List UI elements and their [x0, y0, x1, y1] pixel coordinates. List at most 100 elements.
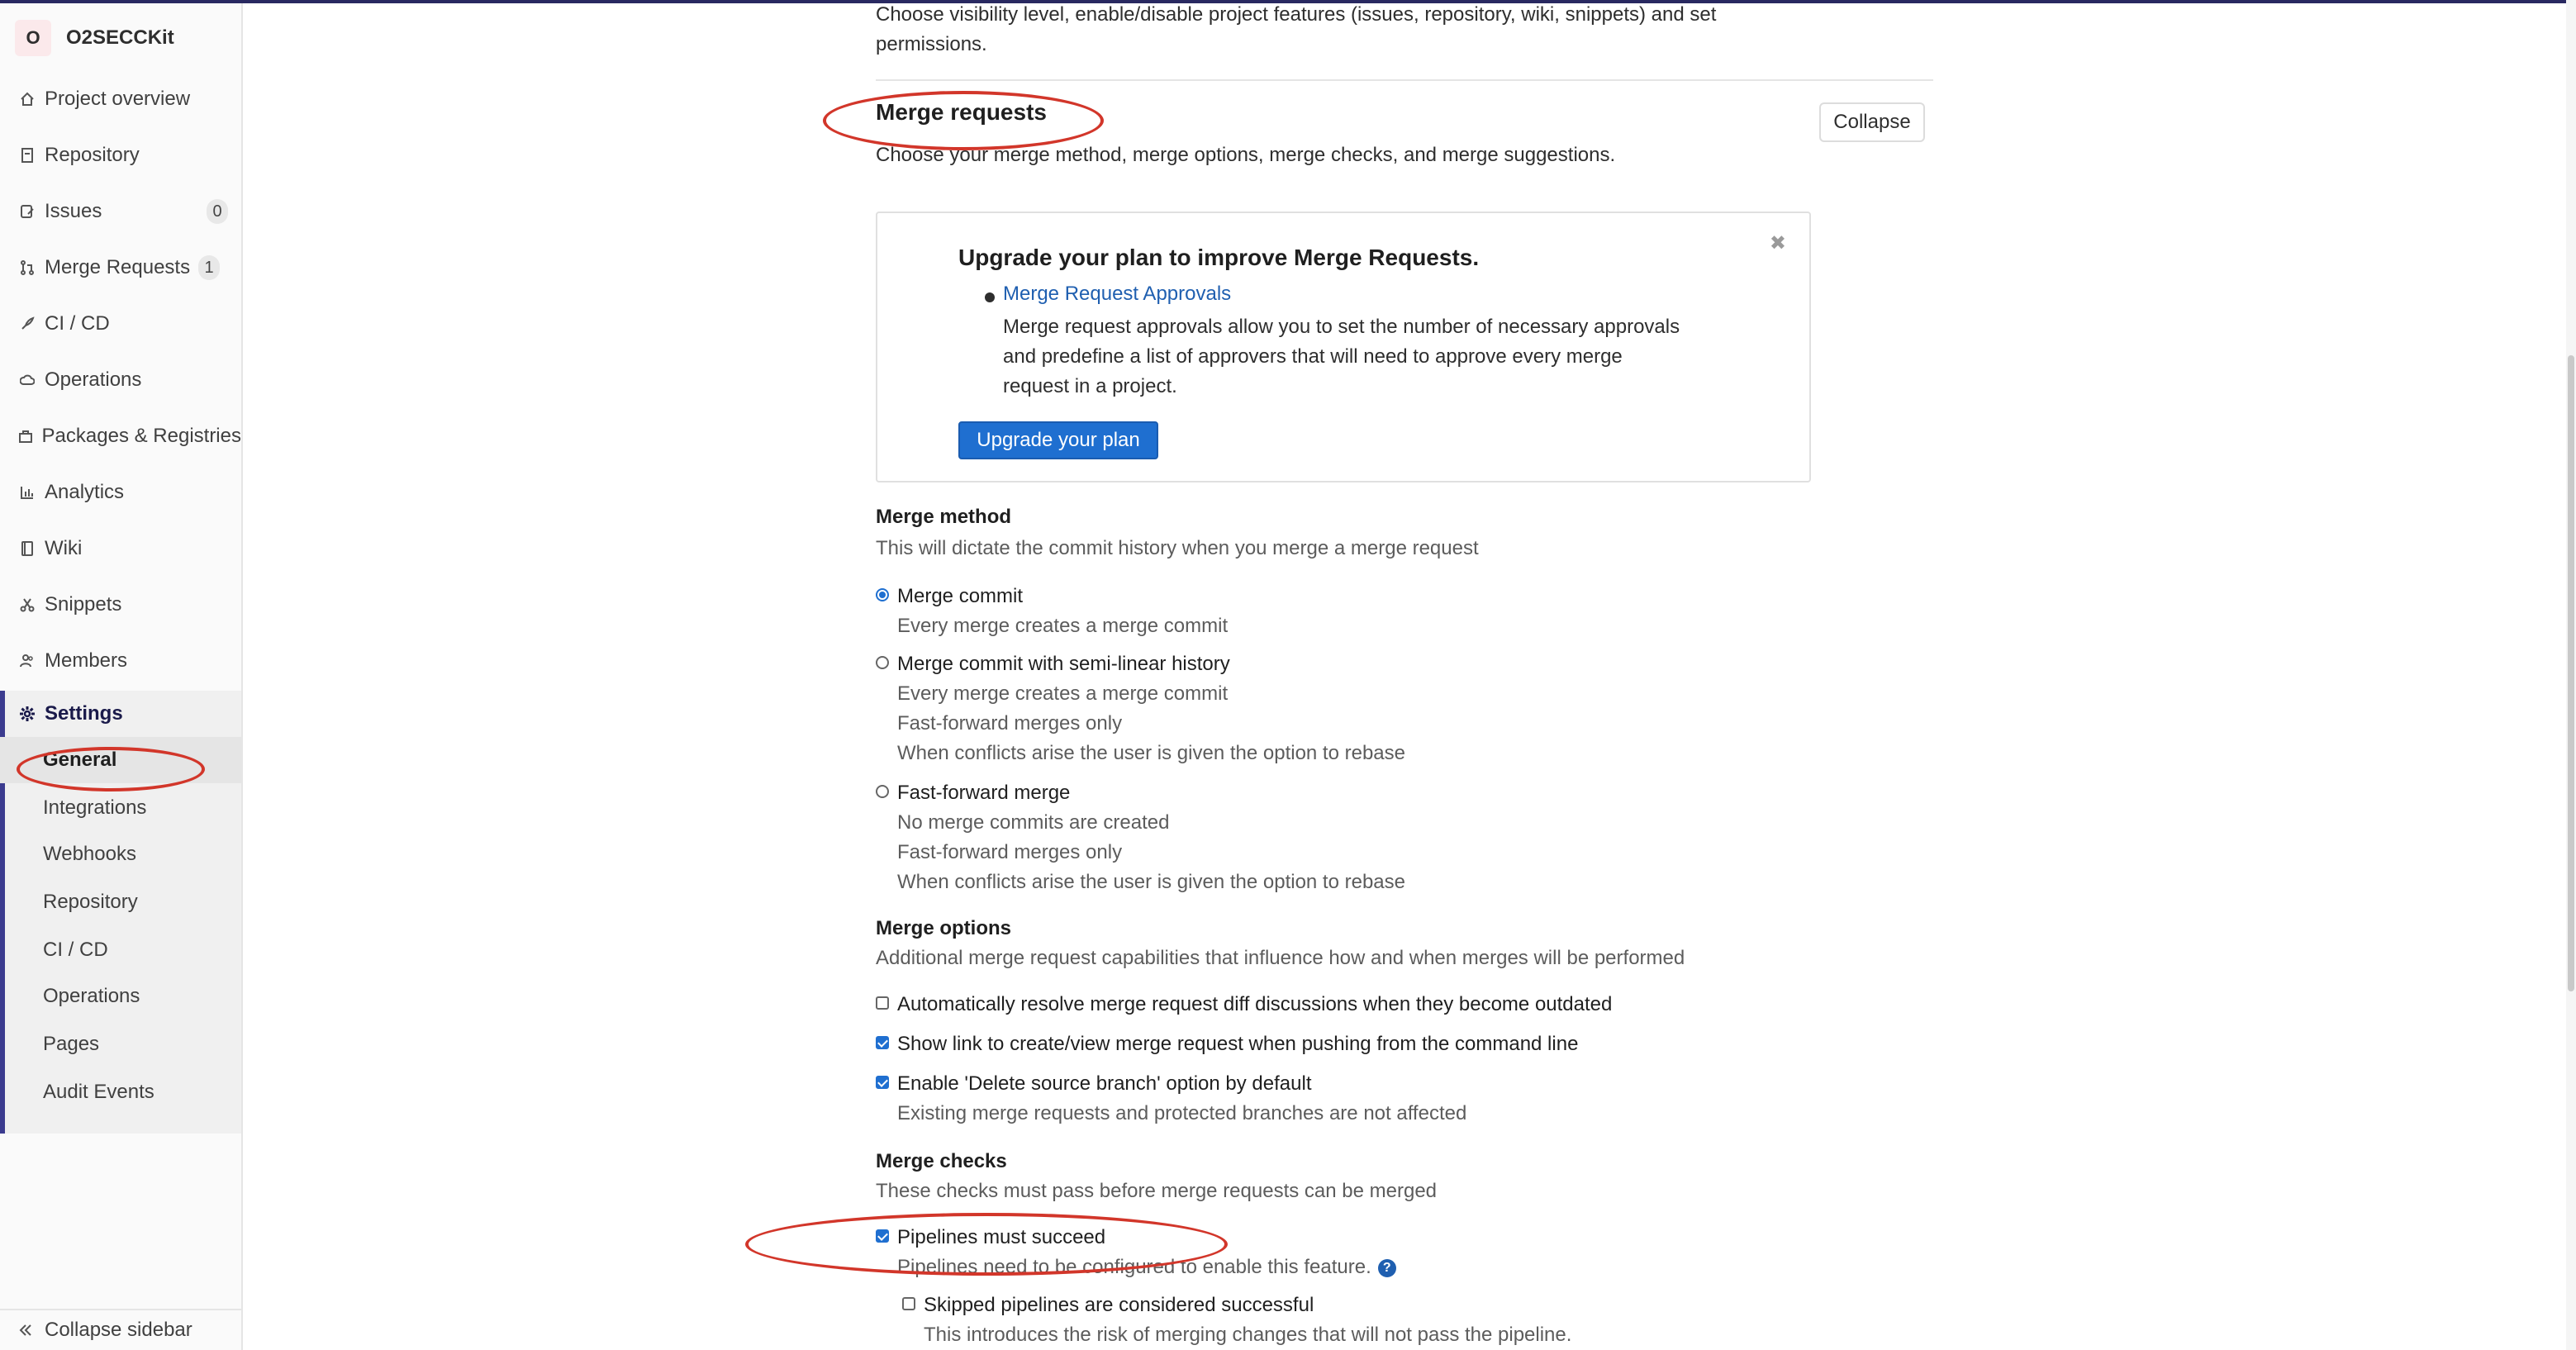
sidebar-subitem-audit-events[interactable]: Audit Events — [0, 1069, 241, 1115]
semi-linear-help-1: Every merge creates a merge commit — [897, 682, 1229, 705]
sidebar-item-label: Issues — [45, 200, 102, 222]
sidebar-item-label: Members — [45, 649, 128, 672]
merge-commit-label[interactable]: Merge commit — [897, 582, 1023, 611]
collapse-section-button[interactable]: Collapse — [1819, 102, 1925, 142]
merge-options-heading: Merge options — [876, 917, 1012, 939]
fast-forward-radio[interactable] — [876, 785, 889, 798]
package-icon — [18, 427, 34, 445]
sidebar-item-label: Analytics — [45, 481, 125, 503]
fast-forward-label[interactable]: Fast-forward merge — [897, 778, 1070, 808]
sidebar-item-settings[interactable]: Settings — [0, 691, 241, 737]
merge-request-approvals-link[interactable]: Merge Request Approvals — [1003, 283, 1231, 306]
merge-checks-heading: Merge checks — [876, 1150, 1007, 1172]
skipped-pipelines-help: This introduces the risk of merging chan… — [924, 1324, 1572, 1346]
cloud-icon — [18, 371, 36, 389]
sidebar-subitem-webhooks[interactable]: Webhooks — [0, 831, 241, 877]
sidebar-item-project-overview[interactable]: Project overview — [0, 76, 241, 122]
upgrade-description-line1: Merge request approvals allow you to set… — [1003, 316, 1680, 338]
sidebar-item-repository[interactable]: Repository — [0, 132, 241, 178]
merge-requests-count-badge: 1 — [198, 255, 221, 280]
auto-resolve-checkbox[interactable] — [876, 996, 889, 1010]
fast-forward-help-2: Fast-forward merges only — [897, 841, 1123, 863]
gear-icon — [18, 705, 36, 723]
scissors-icon — [18, 596, 36, 614]
sidebar-subitem-ci-cd[interactable]: CI / CD — [0, 927, 241, 973]
sidebar-item-label: Project overview — [45, 88, 191, 110]
section-divider — [876, 79, 1933, 81]
sidebar-item-snippets[interactable]: Snippets — [0, 582, 241, 628]
sidebar-item-label: Repository — [45, 144, 140, 166]
annotation-ellipse-general — [17, 747, 205, 791]
visibility-description-line1: Choose visibility level, enable/disable … — [876, 3, 1717, 26]
sidebar-subitem-pages[interactable]: Pages — [0, 1021, 241, 1067]
collapse-sidebar-label: Collapse sidebar — [45, 1319, 192, 1341]
merge-checks-description: These checks must pass before merge requ… — [876, 1180, 1438, 1202]
show-link-checkbox[interactable] — [876, 1036, 889, 1049]
sidebar-subitem-integrations[interactable]: Integrations — [0, 785, 241, 831]
project-avatar: O — [15, 20, 51, 56]
skipped-pipelines-checkbox[interactable] — [902, 1297, 915, 1310]
sidebar-item-label: CI / CD — [45, 312, 110, 335]
question-mark-icon[interactable]: ? — [1377, 1258, 1396, 1277]
delete-source-branch-help: Existing merge requests and protected br… — [897, 1102, 1467, 1124]
merge-options-description: Additional merge request capabilities th… — [876, 947, 1685, 969]
main-content: Choose visibility level, enable/disable … — [876, 0, 1942, 1350]
sidebar-item-merge-requests[interactable]: Merge Requests 1 — [0, 245, 241, 291]
issues-icon — [18, 202, 36, 221]
sidebar-item-label: Settings — [45, 702, 123, 725]
merge-method-heading: Merge method — [876, 506, 1012, 528]
upgrade-title: Upgrade your plan to improve Merge Reque… — [958, 245, 1480, 270]
sidebar-item-ci-cd[interactable]: CI / CD — [0, 301, 241, 347]
fast-forward-help-1: No merge commits are created — [897, 811, 1170, 834]
delete-source-branch-checkbox[interactable] — [876, 1076, 889, 1089]
skipped-pipelines-label[interactable]: Skipped pipelines are considered success… — [924, 1291, 1314, 1320]
issues-count-badge: 0 — [207, 199, 228, 224]
sidebar-item-wiki[interactable]: Wiki — [0, 525, 241, 572]
auto-resolve-label[interactable]: Automatically resolve merge request diff… — [897, 990, 1612, 1020]
users-icon — [18, 652, 36, 670]
close-icon[interactable]: ✖ — [1770, 231, 1786, 255]
scrollbar-thumb[interactable] — [2568, 355, 2574, 991]
merge-request-icon — [18, 259, 36, 277]
collapse-sidebar-button[interactable]: Collapse sidebar — [0, 1309, 241, 1350]
sidebar: O O2SECCKit Project overview Repository … — [0, 3, 243, 1350]
merge-commit-radio[interactable] — [876, 588, 889, 601]
sidebar-item-members[interactable]: Members — [0, 638, 241, 684]
fast-forward-help-3: When conflicts arise the user is given t… — [897, 871, 1405, 893]
sidebar-item-issues[interactable]: Issues 0 — [0, 188, 228, 235]
list-bullet — [985, 292, 995, 302]
merge-commit-help: Every merge creates a merge commit — [897, 615, 1229, 637]
upgrade-plan-button[interactable]: Upgrade your plan — [958, 421, 1158, 459]
visibility-description-line2: permissions. — [876, 33, 987, 55]
rocket-icon — [18, 315, 36, 333]
annotation-ellipse-pipelines — [745, 1213, 1228, 1276]
semi-linear-help-2: Fast-forward merges only — [897, 712, 1123, 734]
delete-source-branch-label[interactable]: Enable 'Delete source branch' option by … — [897, 1069, 1312, 1099]
project-name: O2SECCKit — [66, 26, 174, 49]
show-link-label[interactable]: Show link to create/view merge request w… — [897, 1029, 1578, 1059]
sidebar-item-operations[interactable]: Operations — [0, 357, 241, 403]
sidebar-item-label: Snippets — [45, 593, 122, 616]
book-icon — [18, 540, 36, 558]
sidebar-item-packages-registries[interactable]: Packages & Registries — [0, 413, 241, 459]
home-icon — [18, 90, 36, 108]
sidebar-item-analytics[interactable]: Analytics — [0, 469, 241, 516]
sidebar-item-label: Wiki — [45, 537, 83, 559]
chart-icon — [18, 483, 36, 501]
annotation-ellipse-merge-requests — [823, 91, 1104, 150]
upgrade-description: Merge request approvals allow you to set… — [1003, 312, 1730, 402]
merge-method-description: This will dictate the commit history whe… — [876, 537, 1479, 559]
project-header[interactable]: O O2SECCKit — [15, 20, 174, 56]
semi-linear-label[interactable]: Merge commit with semi-linear history — [897, 649, 1230, 679]
sidebar-subitem-repository[interactable]: Repository — [0, 879, 241, 925]
scrollbar-track[interactable] — [2566, 0, 2576, 1350]
double-chevron-left-icon — [18, 1323, 36, 1338]
semi-linear-help-3: When conflicts arise the user is given t… — [897, 742, 1405, 764]
semi-linear-radio[interactable] — [876, 656, 889, 669]
upgrade-plan-callout: Upgrade your plan to improve Merge Reque… — [876, 212, 1811, 482]
upgrade-description-line3: request in a project. — [1003, 375, 1177, 397]
sidebar-item-label: Operations — [45, 368, 142, 391]
sidebar-item-label: Packages & Registries — [41, 425, 241, 447]
sidebar-item-label: Merge Requests — [45, 256, 191, 278]
sidebar-subitem-operations[interactable]: Operations — [0, 973, 241, 1020]
